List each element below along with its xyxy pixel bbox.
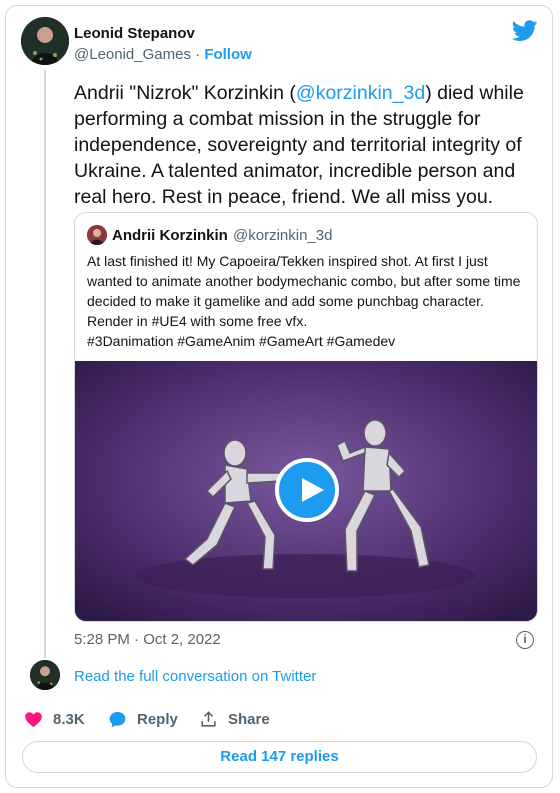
play-button[interactable] — [275, 458, 339, 522]
twitter-bird-icon[interactable] — [512, 20, 538, 42]
reply-button[interactable]: Reply — [108, 710, 178, 729]
conversation-avatar[interactable] — [30, 660, 60, 690]
tweet-timestamp[interactable]: 5:28 PM · Oct 2, 2022 — [74, 631, 221, 648]
separator: · — [195, 46, 201, 63]
read-replies-button[interactable]: Read 147 replies — [22, 741, 537, 773]
quoted-text: At last finished it! My Capoeira/Tekken … — [87, 251, 527, 351]
like-count: 8.3K — [53, 711, 85, 728]
read-full-conversation-link[interactable]: Read the full conversation on Twitter — [74, 668, 316, 685]
quoted-tweet[interactable]: Andrii Korzinkin @korzinkin_3d At last f… — [74, 212, 538, 622]
quoted-handle: @korzinkin_3d — [233, 227, 333, 244]
tweet-text: Andrii "Nizrok" Korzinkin (@korzinkin_3d… — [74, 80, 544, 210]
author-avatar[interactable] — [21, 17, 69, 65]
info-icon[interactable]: i — [516, 631, 534, 649]
video-thumbnail[interactable] — [75, 361, 537, 621]
quoted-name: Andrii Korzinkin — [112, 227, 228, 244]
author-handle[interactable]: @Leonid_Games — [74, 46, 191, 63]
heart-icon — [25, 712, 42, 728]
author-name[interactable]: Leonid Stepanov — [74, 25, 195, 42]
quoted-hashtags: #3Danimation #GameAnim #GameArt #Gamedev — [87, 333, 396, 349]
quoted-avatar[interactable] — [87, 225, 107, 245]
follow-button[interactable]: Follow — [204, 46, 252, 63]
share-label: Share — [228, 711, 270, 728]
share-upload-icon — [201, 711, 216, 727]
share-button[interactable]: Share — [199, 710, 270, 729]
reply-label: Reply — [137, 711, 178, 728]
tweet-text-part: Andrii "Nizrok" Korzinkin ( — [74, 82, 296, 104]
thread-line — [44, 70, 46, 658]
author-meta: @Leonid_Games · Follow — [74, 46, 252, 63]
reply-bubble-icon — [109, 711, 126, 728]
like-button[interactable]: 8.3K — [24, 710, 85, 729]
mention-link[interactable]: @korzinkin_3d — [296, 82, 425, 104]
quoted-body: At last finished it! My Capoeira/Tekken … — [87, 253, 521, 329]
